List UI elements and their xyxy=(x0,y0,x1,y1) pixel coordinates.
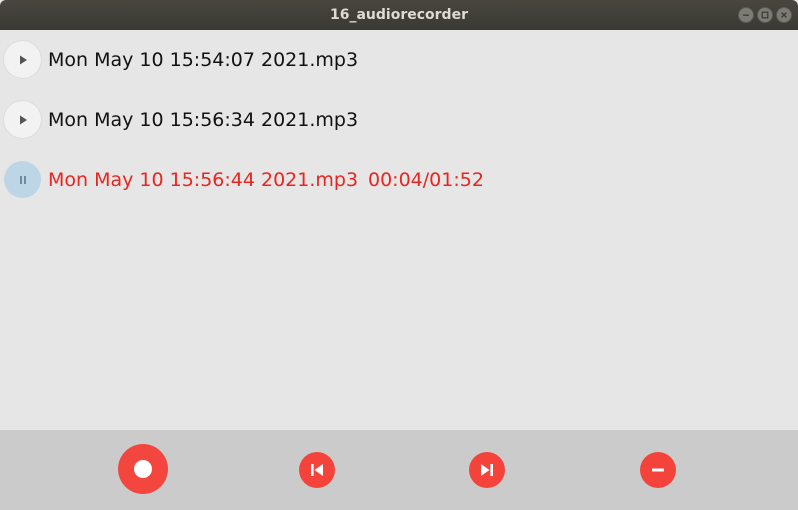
control-bar xyxy=(0,430,798,510)
play-button[interactable] xyxy=(4,41,41,78)
delete-button[interactable] xyxy=(640,452,676,488)
skip-next-icon xyxy=(481,464,493,476)
record-button[interactable] xyxy=(118,444,168,494)
maximize-button[interactable] xyxy=(757,7,773,23)
window-controls xyxy=(738,7,792,23)
minus-icon xyxy=(652,468,664,472)
minimize-icon xyxy=(743,14,749,16)
skip-previous-icon xyxy=(311,464,323,476)
app-window: 16_audiorecorder Mon May 10 15:54:07 202… xyxy=(0,0,798,510)
recording-name: Mon May 10 15:56:44 2021.mp3 xyxy=(48,169,359,191)
record-icon xyxy=(134,460,152,478)
recording-name: Mon May 10 15:56:34 2021.mp3 xyxy=(48,109,359,131)
play-button[interactable] xyxy=(4,101,41,138)
pause-icon xyxy=(19,175,26,184)
recordings-list: Mon May 10 15:54:07 2021.mp3 Mon May 10 … xyxy=(0,30,798,430)
minimize-button[interactable] xyxy=(738,7,754,23)
list-item[interactable]: Mon May 10 15:56:34 2021.mp3 xyxy=(0,90,798,150)
maximize-icon xyxy=(761,11,769,19)
window-title: 16_audiorecorder xyxy=(330,7,468,23)
close-icon xyxy=(781,12,787,18)
recording-name: Mon May 10 15:54:07 2021.mp3 xyxy=(48,49,359,71)
next-button[interactable] xyxy=(469,452,505,488)
play-icon xyxy=(19,55,27,64)
list-item-playing[interactable]: Mon May 10 15:56:44 2021.mp3 00:04/01:52 xyxy=(0,150,798,210)
title-bar: 16_audiorecorder xyxy=(0,0,798,30)
list-item[interactable]: Mon May 10 15:54:07 2021.mp3 xyxy=(0,30,798,90)
close-button[interactable] xyxy=(776,7,792,23)
playback-time: 00:04/01:52 xyxy=(368,169,484,191)
previous-button[interactable] xyxy=(299,452,335,488)
play-icon xyxy=(19,115,27,124)
pause-button[interactable] xyxy=(4,161,41,198)
